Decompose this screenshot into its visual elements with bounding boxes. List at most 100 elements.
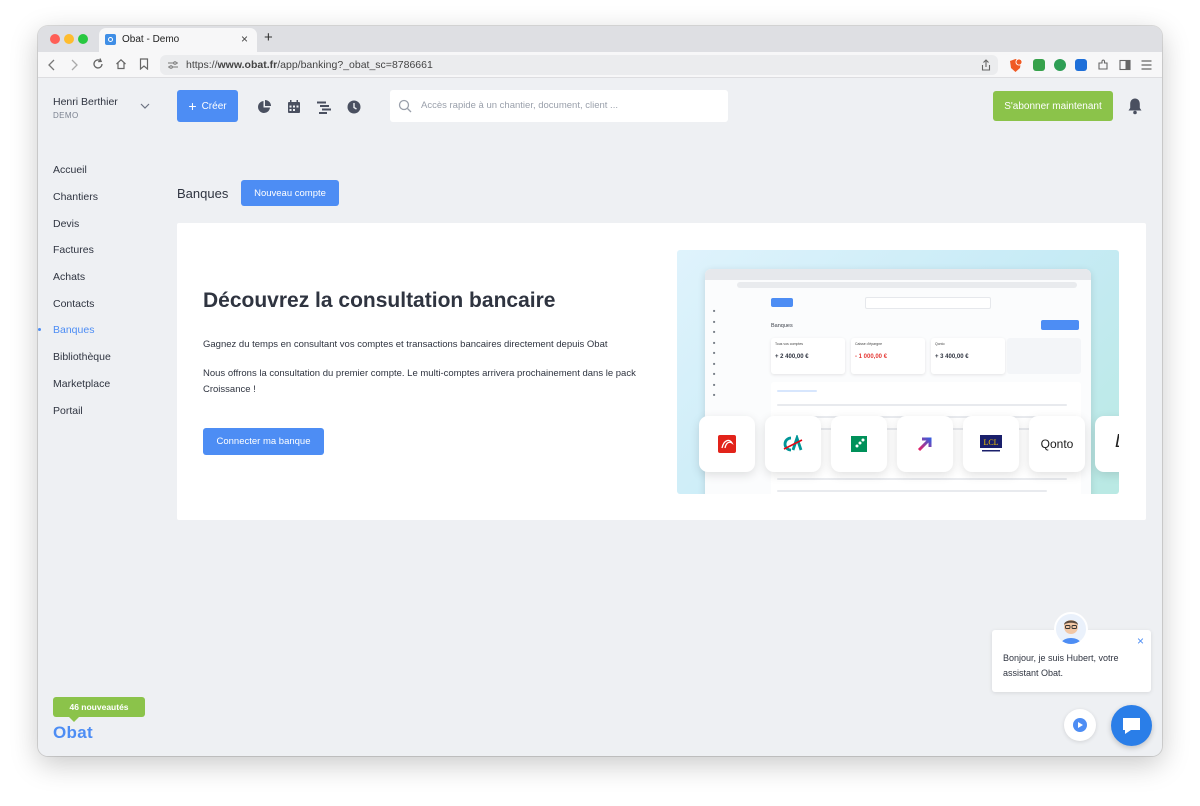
plus-icon: + xyxy=(188,98,197,114)
gantt-icon[interactable] xyxy=(317,100,331,114)
sidebar-item-devis[interactable]: Devis xyxy=(53,218,79,230)
calendar-icon[interactable] xyxy=(287,100,301,114)
extension-download-icon[interactable] xyxy=(1033,59,1045,71)
quick-search[interactable]: Accès rapide à un chantier, document, cl… xyxy=(390,90,728,122)
reload-icon[interactable] xyxy=(92,58,104,70)
search-icon xyxy=(398,99,412,113)
bnp-paribas-logo-icon xyxy=(831,416,887,472)
chat-message: Bonjour, je suis Hubert, votre assistant… xyxy=(1003,653,1119,678)
menu-icon[interactable] xyxy=(1141,60,1152,70)
mini-new-account-button xyxy=(1041,320,1079,330)
tab-close-button[interactable]: × xyxy=(241,32,248,46)
url-path: /app/banking?_obat_sc=8786661 xyxy=(277,59,433,71)
lcl-logo-icon: LCL xyxy=(963,416,1019,472)
caisse-epargne-logo-icon xyxy=(699,416,755,472)
site-settings-icon[interactable] xyxy=(167,60,179,70)
new-tab-button[interactable]: + xyxy=(264,29,273,46)
extension-grammarly-icon[interactable] xyxy=(1054,59,1066,71)
sidebar-item-banques[interactable]: Banques xyxy=(53,324,94,336)
mini-page-title: Banques xyxy=(771,323,793,329)
minimize-window-button[interactable] xyxy=(64,34,74,44)
obat-favicon-icon xyxy=(105,34,116,45)
mini-account-card: Caisse d'épargne - 1 000,00 € xyxy=(851,338,925,374)
play-icon xyxy=(1073,718,1087,732)
chat-icon xyxy=(1123,718,1140,734)
active-indicator xyxy=(38,328,41,331)
page-title: Banques xyxy=(177,186,229,201)
bell-icon[interactable] xyxy=(1127,97,1143,115)
url-host: www.obat.fr xyxy=(217,59,278,71)
mini-row xyxy=(777,404,1067,406)
banking-promo-card: Découvrez la consultation bancaire Gagne… xyxy=(177,223,1146,520)
credit-agricole-logo-icon xyxy=(765,416,821,472)
sidebar-item-portail[interactable]: Portail xyxy=(53,405,83,417)
home-icon[interactable] xyxy=(115,58,127,70)
new-account-button[interactable]: Nouveau compte xyxy=(241,180,339,206)
clock-icon[interactable] xyxy=(347,100,361,114)
app-area: Henri Berthier DEMO + Créer Accès rapide… xyxy=(38,78,1162,756)
sidebar-item-bibliotheque[interactable]: Bibliothèque xyxy=(53,351,111,363)
qonto-logo-icon: Qonto xyxy=(1029,416,1085,472)
close-icon[interactable]: × xyxy=(1137,634,1144,648)
forward-icon[interactable] xyxy=(70,59,78,71)
news-badge[interactable]: 46 nouveautés xyxy=(53,697,145,722)
back-icon[interactable] xyxy=(48,59,56,71)
share-icon[interactable] xyxy=(981,59,991,71)
mini-search xyxy=(865,297,991,309)
play-video-button[interactable] xyxy=(1064,709,1096,741)
mini-row xyxy=(777,490,1047,492)
maximize-window-button[interactable] xyxy=(78,34,88,44)
brave-shield-icon[interactable] xyxy=(1008,58,1023,73)
browser-tab[interactable]: Obat - Demo × xyxy=(99,28,257,52)
close-window-button[interactable] xyxy=(50,34,60,44)
url-scheme: https:// xyxy=(186,59,218,71)
card-paragraph: Gagnez du temps en consultant vos compte… xyxy=(203,339,608,350)
user-menu[interactable]: Henri Berthier DEMO xyxy=(53,96,118,120)
sidebar-item-chantiers[interactable]: Chantiers xyxy=(53,191,98,203)
mini-account-name: Caisse d'épargne xyxy=(855,342,883,346)
sidebar-toggle-icon[interactable] xyxy=(1119,59,1131,71)
mini-account-name: Tous vos comptes xyxy=(775,342,804,346)
mini-row xyxy=(777,478,1067,480)
tab-title: Obat - Demo xyxy=(122,34,180,45)
l-bank-logo-icon: L xyxy=(1095,416,1119,472)
sidebar-item-achats[interactable]: Achats xyxy=(53,271,85,283)
sidebar-item-accueil[interactable]: Accueil xyxy=(53,164,87,176)
user-organization: DEMO xyxy=(53,111,79,120)
bookmark-icon[interactable] xyxy=(139,58,149,70)
create-button[interactable]: + Créer xyxy=(177,90,238,122)
mini-account-amount: + 3 400,00 € xyxy=(935,354,969,360)
sidebar-item-factures[interactable]: Factures xyxy=(53,244,94,256)
address-bar[interactable]: https://www.obat.fr/app/banking?_obat_sc… xyxy=(160,55,998,75)
tab-strip: Obat - Demo × + xyxy=(38,26,1162,52)
browser-toolbar: https://www.obat.fr/app/banking?_obat_sc… xyxy=(38,52,1162,78)
card-heading: Découvrez la consultation bancaire xyxy=(203,289,556,312)
obat-logo[interactable]: Obat xyxy=(53,723,93,743)
mini-url-bar xyxy=(737,282,1077,288)
search-input[interactable]: Accès rapide à un chantier, document, cl… xyxy=(421,100,618,111)
mini-create-button xyxy=(771,298,793,307)
assistant-avatar xyxy=(1054,612,1088,646)
mini-account-card: Qonto + 3 400,00 € xyxy=(931,338,1005,374)
extensions-puzzle-icon[interactable] xyxy=(1097,59,1109,71)
sidebar-item-marketplace[interactable]: Marketplace xyxy=(53,378,110,390)
user-name: Henri Berthier xyxy=(53,96,118,108)
connect-bank-button[interactable]: Connecter ma banque xyxy=(203,428,324,455)
pie-chart-icon[interactable] xyxy=(257,100,271,114)
chat-launcher-button[interactable] xyxy=(1111,705,1152,746)
mini-tab xyxy=(777,390,817,392)
browser-window: Obat - Demo × + https://www.obat.fr/app/… xyxy=(38,26,1162,756)
mini-account-amount: - 1 000,00 € xyxy=(855,354,888,360)
mini-account-name: Qonto xyxy=(935,342,945,346)
mini-account-amount: + 2 400,00 € xyxy=(775,354,809,360)
mini-sidebar: ■ ■ ■ ■ ■ ■ ■ ■ ■ xyxy=(713,308,716,397)
l-bank-text: L xyxy=(1115,431,1119,452)
extension-s-icon[interactable] xyxy=(1075,59,1087,71)
chevron-down-icon[interactable] xyxy=(140,103,150,109)
banking-illustration: Banques Tous vos comptes + 2 400,00 € Ca… xyxy=(677,250,1119,494)
sidebar-item-contacts[interactable]: Contacts xyxy=(53,298,94,310)
subscribe-button[interactable]: S'abonner maintenant xyxy=(993,91,1113,121)
url-text: https://www.obat.fr/app/banking?_obat_sc… xyxy=(186,59,433,71)
lcl-text: LCL xyxy=(983,438,998,447)
qonto-text: Qonto xyxy=(1040,437,1074,451)
